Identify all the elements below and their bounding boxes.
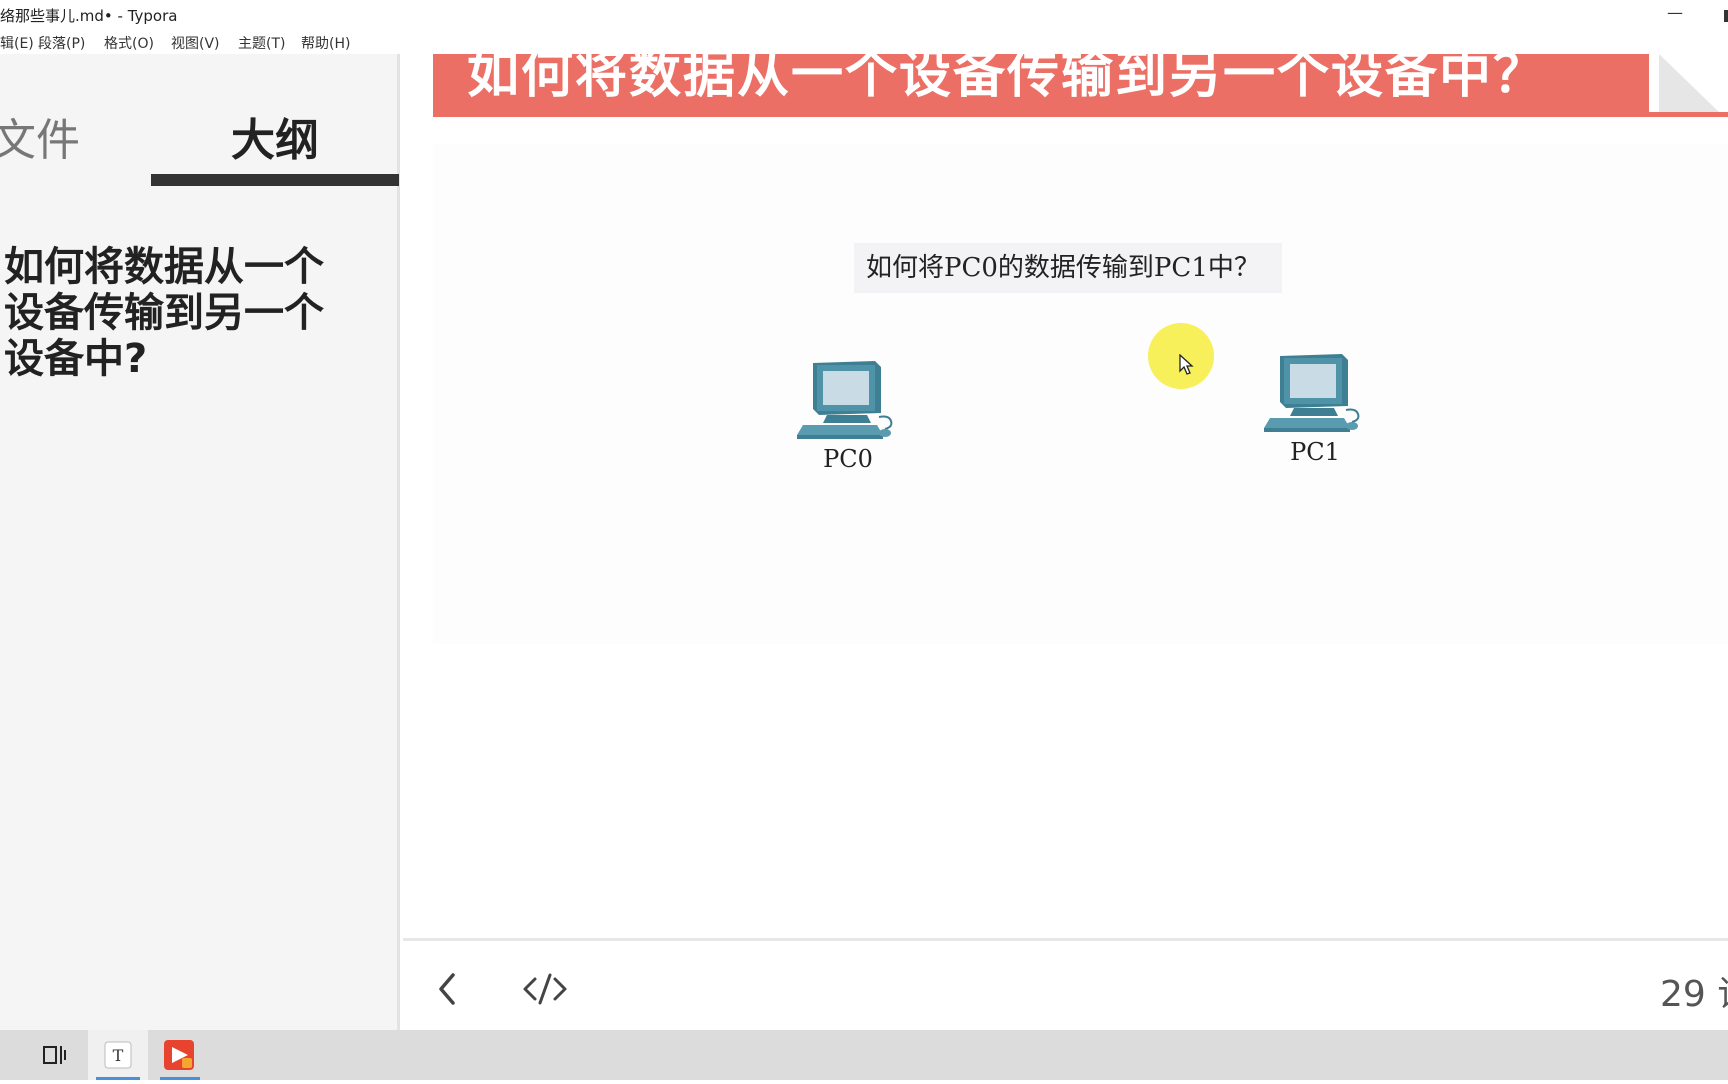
outline-item[interactable]: 如何将数据从一个设备传输到另一个设备中? [4,244,334,382]
taskbar-typora[interactable]: T [88,1030,148,1080]
active-tab-indicator [151,174,399,186]
sidebar: 文件 大纲 如何将数据从一个设备传输到另一个设备中? [0,54,400,1030]
menu-format[interactable]: 格式(O) [104,33,154,53]
typora-icon: T [104,1041,132,1069]
tab-files[interactable]: 文件 [0,104,80,168]
minimize-button[interactable]: — [1664,0,1686,28]
slide-heading: 如何将数据从一个设备传输到另一个设备中？ [467,54,1548,105]
slide-content [433,144,1728,644]
device-label: PC1 [1290,438,1340,466]
svg-text:T: T [113,1046,124,1065]
menu-theme[interactable]: 主题(T) [238,33,285,53]
heading-underline [433,112,1728,117]
computer-icon [797,361,893,439]
device-label: PC0 [823,445,873,473]
taskbar: T [0,1030,1728,1080]
slide-heading-bar: 如何将数据从一个设备传输到另一个设备中？ [433,54,1649,112]
slide-navigation: 29 词 [403,938,1728,1030]
source-code-icon[interactable] [521,969,569,1009]
word-count[interactable]: 29 词 [1660,965,1728,1017]
menu-help[interactable]: 帮助(H) [301,33,350,53]
question-text: 如何将PC0的数据传输到PC1中？ [854,243,1282,293]
device-pc0: PC0 [793,355,903,475]
menu-view[interactable]: 视图(V) [171,33,220,53]
taskbar-video-app[interactable] [152,1030,206,1080]
computer-icon [1264,354,1360,432]
menu-bar: 辑(E) 段落(P) 格式(O) 视图(V) 主题(T) 帮助(H) [0,28,1728,54]
menu-edit[interactable]: 辑(E) [0,33,34,53]
menu-paragraph[interactable]: 段落(P) [38,33,85,53]
chevron-left-icon[interactable] [433,969,463,1009]
tab-outline[interactable]: 大纲 [231,104,319,168]
window-title: 络那些事儿.md• - Typora [0,7,178,25]
maximize-button[interactable] [1724,10,1728,22]
title-bar: 络那些事儿.md• - Typora — [0,0,1728,28]
cursor-arrow-icon [1179,354,1194,375]
video-app-icon [164,1040,194,1070]
slide-corner-decoration [1659,54,1719,112]
slide-view: 如何将数据从一个设备传输到另一个设备中？ [403,54,1728,1030]
device-pc1: PC1 [1260,348,1370,468]
task-view-icon[interactable] [36,1030,72,1080]
